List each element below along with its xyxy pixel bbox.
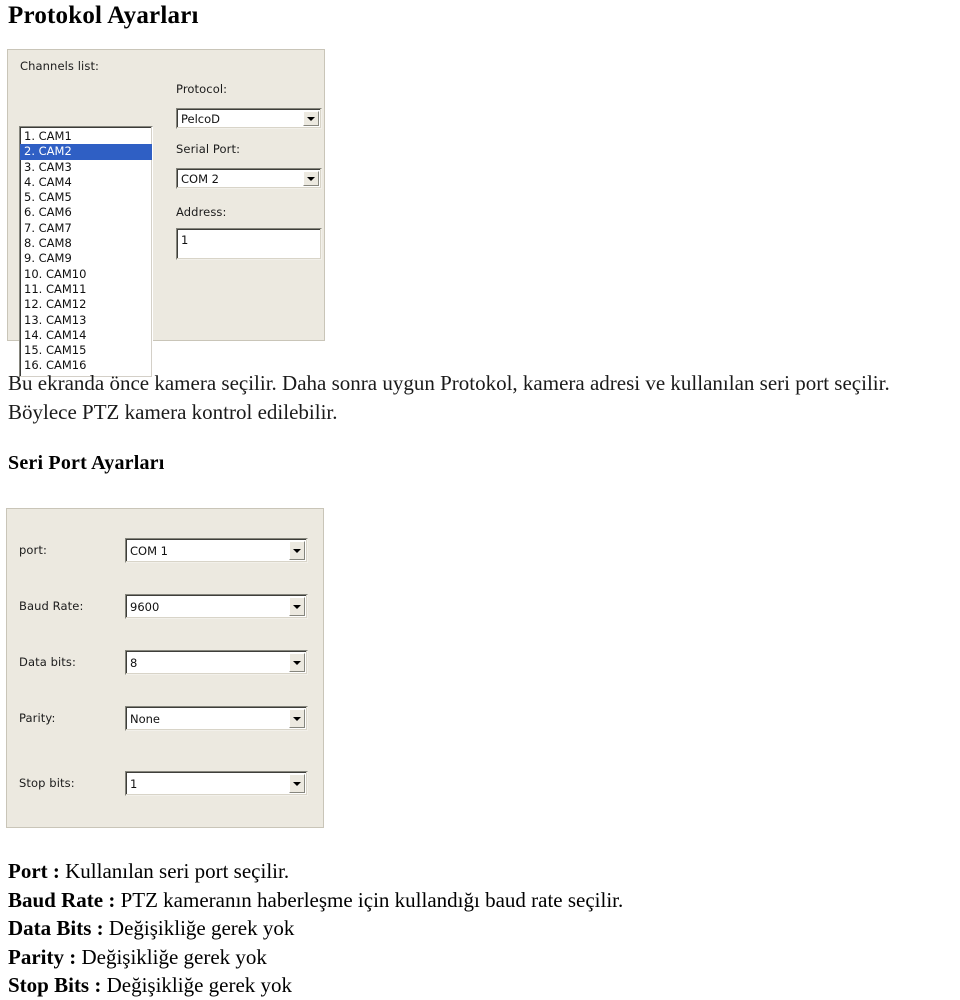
chevron-down-icon[interactable]	[289, 709, 305, 728]
serial-description-text: Değişikliğe gerek yok	[76, 944, 267, 969]
serial-row-combobox-value: COM 1	[130, 544, 168, 558]
serial-port-settings-dialog: port: COM 1 Baud Rate: 9600 Data bits: 8 Parit…	[6, 508, 324, 828]
channel-list-item[interactable]: 13. CAM13	[20, 313, 152, 328]
channel-list-item[interactable]: 11. CAM11	[20, 282, 152, 297]
serial-row-combobox-value: None	[130, 712, 161, 726]
page-title-protocol-settings: Protokol Ayarları	[8, 2, 199, 29]
channel-list-item[interactable]: 1. CAM1	[20, 129, 152, 144]
address-label: Address:	[176, 205, 227, 219]
channel-list-item[interactable]: 4. CAM4	[20, 175, 152, 190]
serial-port-combobox[interactable]: COM 2	[176, 168, 322, 189]
serial-row-combobox-value: 9600	[130, 600, 160, 614]
channel-list-item[interactable]: 7. CAM7	[20, 221, 152, 236]
serial-row-combobox[interactable]: 1	[125, 771, 308, 796]
protocol-description-paragraph: Bu ekranda önce kamera seçilir. Daha son…	[8, 371, 890, 424]
serial-description-row: Port : Kullanılan seri port seçilir.	[8, 857, 958, 886]
serial-description-row: Parity : Değişikliğe gerek yok	[8, 943, 958, 972]
channel-list-item[interactable]: 10. CAM10	[20, 267, 152, 282]
serial-description-text: Kullanılan seri port seçilir.	[59, 859, 290, 883]
channel-list-item[interactable]: 3. CAM3	[20, 160, 152, 175]
channels-listbox[interactable]: 1. CAM1 2. CAM2 3. CAM3 4. CAM4 5. CAM5 6. CA…	[19, 126, 153, 378]
channel-list-item[interactable]: 8. CAM8	[20, 236, 152, 251]
serial-row-combobox-value: 8	[130, 656, 138, 670]
serial-description-text: PTZ kameranın haberleşme için kullandığı…	[115, 887, 624, 912]
serial-row-combobox-value: 1	[130, 777, 138, 791]
serial-description-row: Stop Bits : Değişikliğe gerek yok	[8, 971, 958, 1000]
serial-row-combobox[interactable]: 8	[125, 650, 308, 675]
chevron-down-icon[interactable]	[289, 597, 305, 616]
serial-description-term: Port :	[8, 859, 60, 883]
protocol-combobox[interactable]: PelcoD	[176, 108, 322, 129]
protocol-label: Protocol:	[176, 82, 228, 96]
serial-row-label: Data bits:	[19, 655, 76, 669]
serial-row-combobox[interactable]: 9600	[125, 594, 308, 619]
chevron-down-icon[interactable]	[303, 111, 319, 126]
serial-description-term: Baud Rate :	[8, 887, 116, 912]
protocol-combobox-value: PelcoD	[181, 112, 221, 126]
chevron-down-icon[interactable]	[289, 541, 305, 560]
address-input[interactable]: 1	[176, 228, 322, 260]
channel-list-item[interactable]: 12. CAM12	[20, 297, 152, 312]
serial-description-term: Parity :	[8, 944, 77, 969]
serial-row-label: port:	[19, 543, 47, 557]
serial-row-label: Baud Rate:	[19, 599, 84, 613]
serial-description-text: Değişikliğe gerek yok	[101, 973, 293, 997]
serial-row-combobox[interactable]: None	[125, 706, 308, 731]
chevron-down-icon[interactable]	[289, 653, 305, 672]
chevron-down-icon[interactable]	[303, 171, 319, 186]
channel-list-item[interactable]: 6. CAM6	[20, 205, 152, 220]
serial-description-row: Baud Rate : PTZ kameranın haberleşme içi…	[8, 886, 958, 915]
protocol-settings-dialog: Channels list: 1. CAM1 2. CAM2 3. CAM3 4. C…	[7, 49, 325, 378]
serial-port-combobox-value: COM 2	[181, 172, 219, 186]
serial-description-term: Data Bits :	[8, 916, 104, 940]
channel-list-item[interactable]: 5. CAM5	[20, 190, 152, 205]
channel-list-item[interactable]: 9. CAM9	[20, 251, 152, 266]
section-title-serial-port-settings: Seri Port Ayarları	[8, 452, 165, 474]
serial-row-label: Parity:	[19, 711, 56, 725]
channels-list-label: Channels list:	[20, 59, 100, 73]
serial-description-text: Değişikliğe gerek yok	[103, 916, 295, 940]
serial-row-combobox[interactable]: COM 1	[125, 538, 308, 563]
serial-description-term: Stop Bits :	[8, 973, 102, 997]
channel-list-item[interactable]: 2. CAM2	[20, 144, 152, 160]
serial-description-row: Data Bits : Değişikliğe gerek yok	[8, 914, 958, 943]
chevron-down-icon[interactable]	[289, 774, 305, 793]
serial-port-label: Serial Port:	[176, 142, 241, 156]
serial-settings-description-list: Port : Kullanılan seri port seçilir. Baud…	[8, 857, 958, 1000]
channel-list-item[interactable]: 14. CAM14	[20, 328, 152, 343]
serial-row-label: Stop bits:	[19, 776, 75, 790]
channel-list-item[interactable]: 15. CAM15	[20, 343, 152, 358]
address-input-value: 1	[181, 233, 189, 247]
